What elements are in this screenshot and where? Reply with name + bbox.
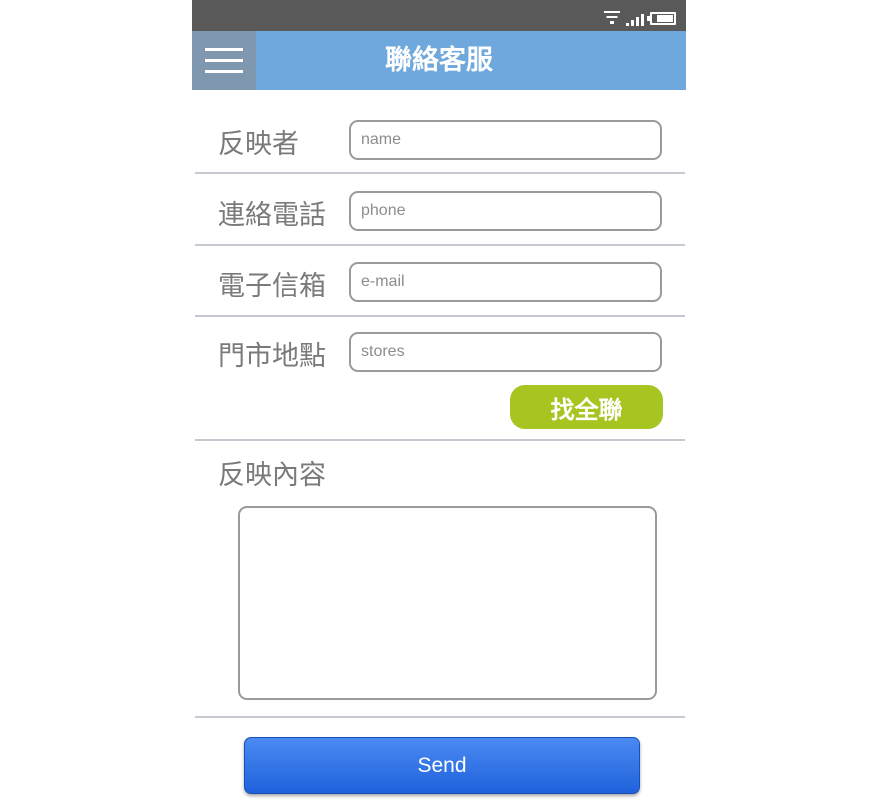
phone-label: 連絡電話 — [218, 200, 326, 231]
hamburger-menu-icon[interactable] — [192, 31, 256, 90]
phone-input[interactable] — [349, 191, 662, 231]
email-label: 電子信箱 — [218, 271, 326, 302]
email-input[interactable] — [349, 262, 662, 302]
content-label: 反映內容 — [218, 460, 326, 491]
signal-icon — [626, 12, 644, 26]
battery-icon — [647, 12, 676, 25]
page-title: 聯絡客服 — [385, 45, 493, 76]
divider — [195, 439, 685, 441]
store-label: 門市地點 — [218, 341, 326, 372]
send-button[interactable]: Send — [244, 737, 640, 794]
divider — [195, 172, 685, 174]
phone-screen: 聯絡客服 反映者 連絡電話 電子信箱 門市地點 找全聯 反映內容 Send — [192, 0, 686, 800]
reporter-label: 反映者 — [218, 129, 299, 160]
divider — [195, 716, 685, 718]
divider — [195, 244, 685, 246]
status-icons — [604, 6, 676, 26]
wifi-icon — [604, 10, 620, 26]
status-bar — [192, 0, 686, 31]
content-textarea[interactable] — [238, 506, 657, 700]
divider — [195, 315, 685, 317]
app-bar: 聯絡客服 — [192, 31, 686, 90]
find-store-button[interactable]: 找全聯 — [510, 385, 663, 429]
name-input[interactable] — [349, 120, 662, 160]
store-input[interactable] — [349, 332, 662, 372]
